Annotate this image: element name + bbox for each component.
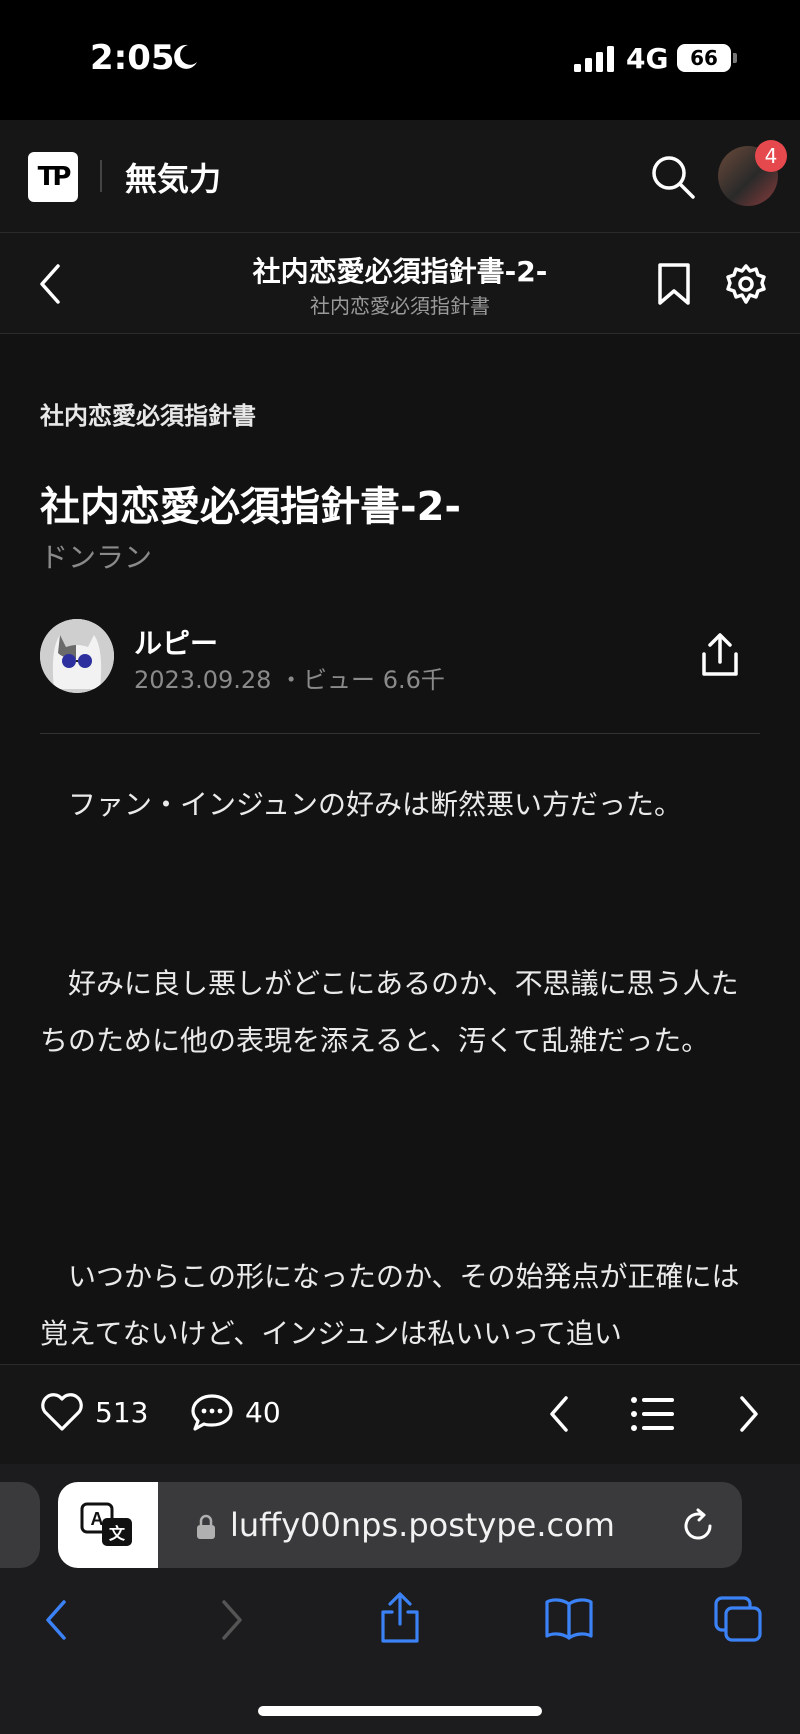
back-chevron-icon[interactable] <box>36 262 66 306</box>
paragraph: 好みに良し悪しがどこにあるのか、不思議に思う人たちのために他の表現を添えると、汚… <box>40 967 739 1057</box>
series-name[interactable]: 社内恋愛必須指針書 <box>40 396 256 431</box>
browser-bookmarks-icon[interactable] <box>544 1596 594 1640</box>
battery-icon: 66 <box>677 44 731 72</box>
url-text[interactable]: luffy00nps.postype.com <box>230 1506 615 1544</box>
browser-back-icon[interactable] <box>42 1598 72 1642</box>
post-title: 社内恋愛必須指針書-2- <box>40 484 462 530</box>
author-name[interactable]: ルピー <box>134 622 218 662</box>
browser-forward-icon[interactable] <box>216 1598 246 1642</box>
author-avatar[interactable] <box>40 619 114 693</box>
paragraph: いつからこの形になったのか、その始発点が正確には覚えてないけど、インジュンは私い… <box>40 1260 740 1350</box>
postype-logo[interactable]: TP <box>28 152 78 202</box>
episode-title: 社内恋愛必須指針書-2- <box>252 255 548 288</box>
post-meta: 2023.09.28 ・ビュー 6.6千 <box>134 660 445 695</box>
svg-text:文: 文 <box>109 1524 126 1543</box>
episode-list-icon[interactable] <box>630 1396 676 1432</box>
heart-icon[interactable] <box>40 1392 84 1432</box>
gear-icon[interactable] <box>724 262 768 306</box>
header-divider <box>100 160 102 192</box>
lock-icon <box>197 1514 215 1539</box>
network-label: 4G <box>626 42 669 75</box>
status-time: 2:05 <box>90 38 175 78</box>
previous-tab-peek[interactable] <box>0 1482 40 1568</box>
cat-avatar-icon <box>40 619 114 693</box>
post-date: 2023.09.28 <box>134 666 272 694</box>
like-count: 513 <box>95 1396 149 1429</box>
comment-count: 40 <box>245 1396 281 1429</box>
moon-icon <box>174 44 197 69</box>
reload-icon[interactable] <box>680 1508 716 1544</box>
translate-icon: A 文 <box>80 1502 132 1546</box>
channel-name[interactable]: 無気力 <box>125 154 221 200</box>
signal-icon <box>574 46 614 72</box>
prev-episode-icon[interactable] <box>546 1394 572 1434</box>
browser-tabs-icon[interactable] <box>714 1596 762 1642</box>
translate-button[interactable]: A 文 <box>58 1482 158 1568</box>
post-views: ・ビュー 6.6千 <box>279 666 445 694</box>
next-episode-icon[interactable] <box>736 1394 762 1434</box>
meta-divider <box>40 733 760 734</box>
comment-icon[interactable] <box>190 1392 234 1432</box>
browser-share-icon[interactable] <box>378 1592 422 1644</box>
notification-badge[interactable]: 4 <box>755 140 787 172</box>
battery-tip <box>733 53 737 63</box>
share-icon[interactable] <box>700 632 740 678</box>
home-indicator <box>258 1706 542 1716</box>
svg-text:A: A <box>91 1509 104 1529</box>
search-icon[interactable] <box>650 154 696 200</box>
paragraph: ファン・インジュンの好みは断然悪い方だった。 <box>40 788 683 821</box>
post-subtitle: ドンラン <box>40 541 153 574</box>
bookmark-icon[interactable] <box>656 262 692 306</box>
article-content: 社内恋愛必須指針書 社内恋愛必須指針書-2- ドンラン ルピー 2023.09.… <box>0 302 800 1364</box>
